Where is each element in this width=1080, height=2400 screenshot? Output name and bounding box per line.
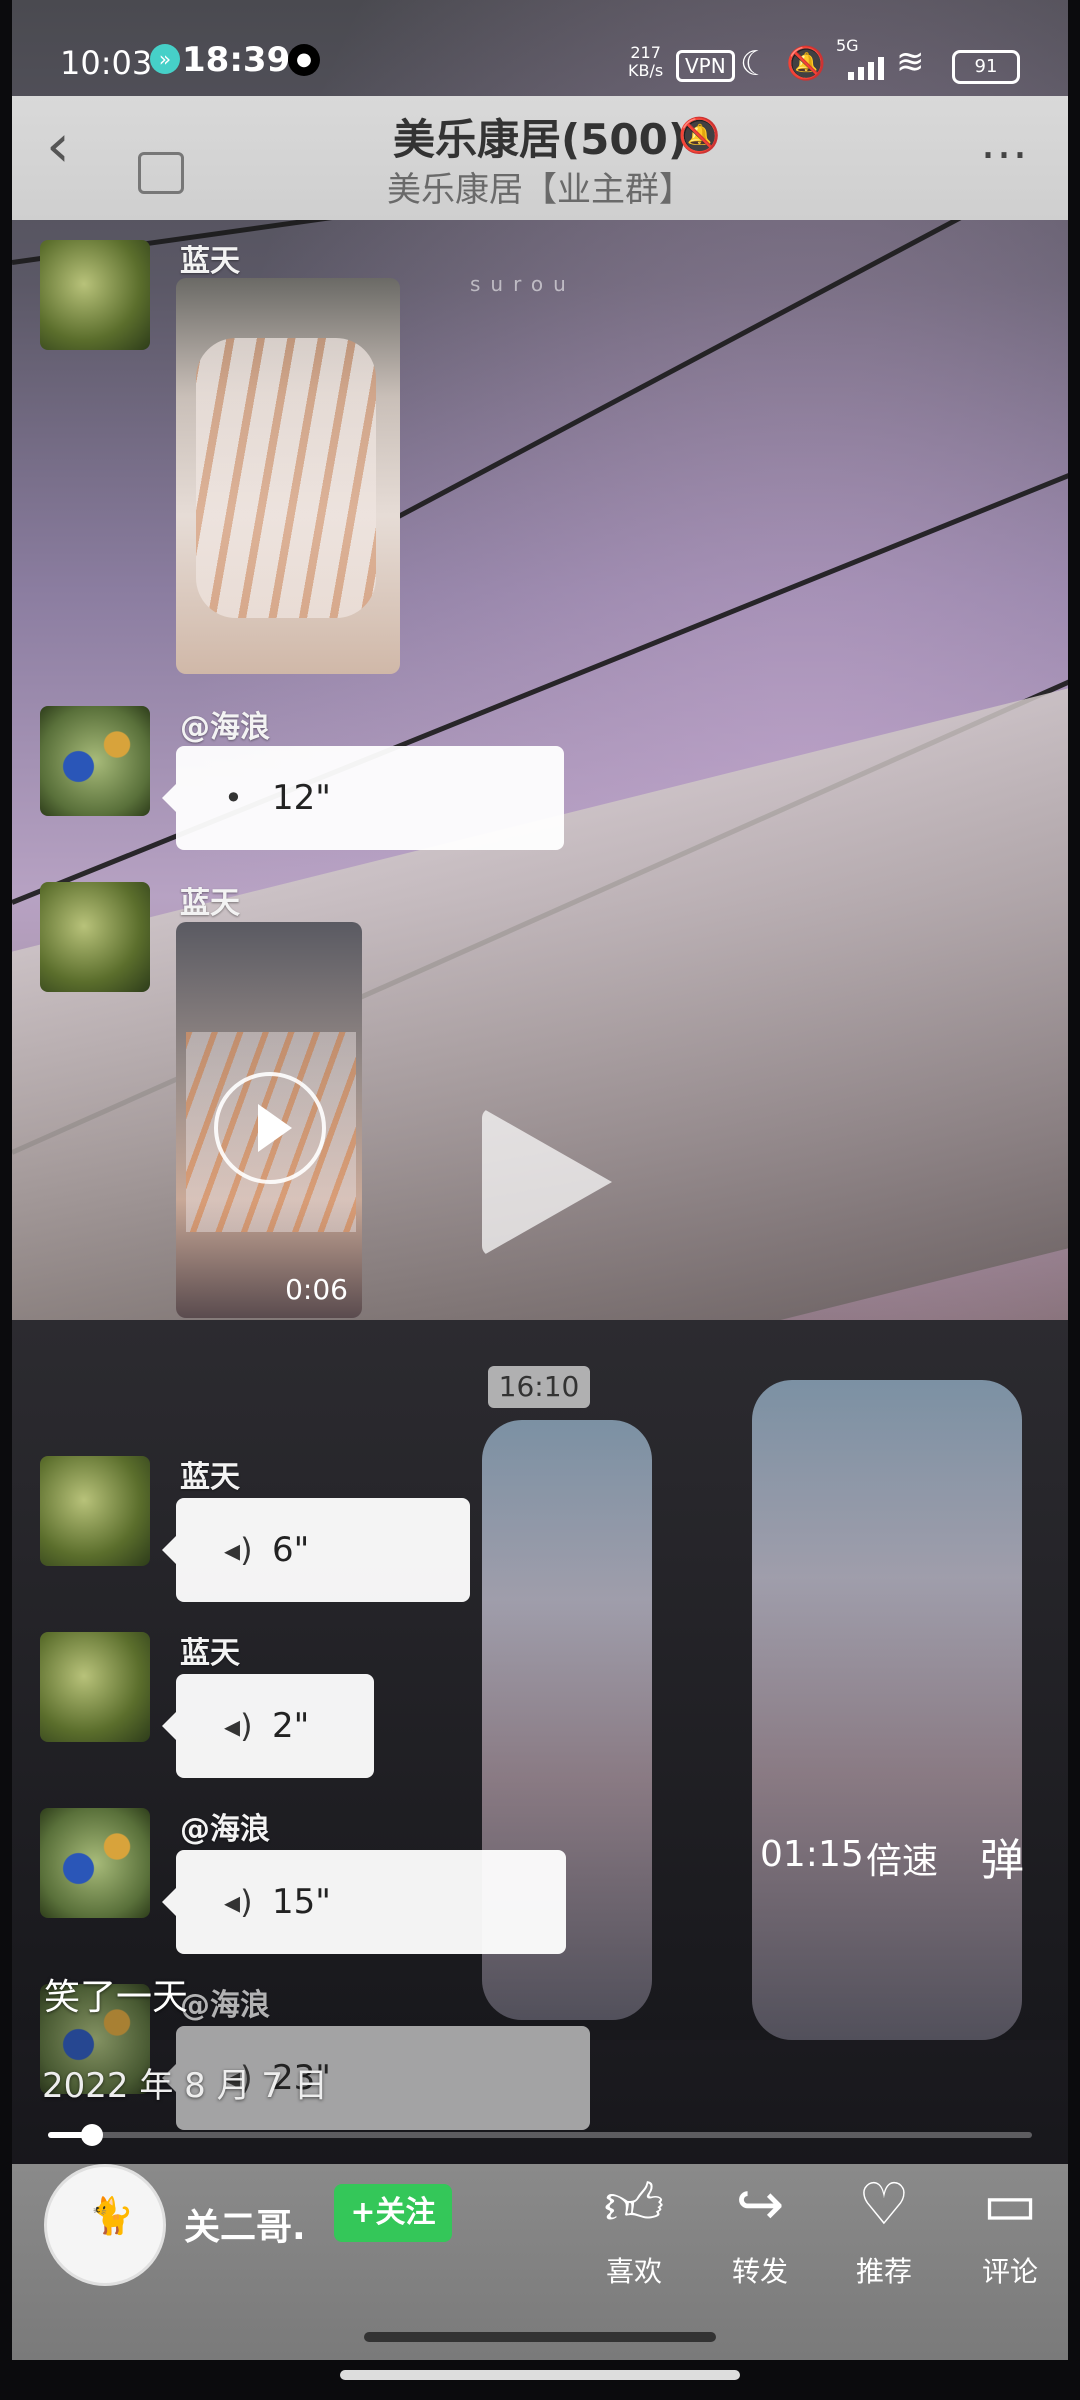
avatar[interactable] (40, 1456, 150, 1566)
voice-message[interactable]: ◂) 15" (162, 1850, 566, 1954)
chat-subtitle: 美乐康居【业主群】 (387, 170, 693, 210)
share-button[interactable]: ↪ 转发 (710, 2164, 810, 2290)
like-button[interactable]: 👍︎ 喜欢 (584, 2164, 684, 2290)
gesture-bar (364, 2332, 716, 2342)
dnd-moon-icon: ☾ (740, 44, 771, 84)
author-avatar[interactable]: 🐈 (44, 2164, 166, 2286)
app-indicator-icon: » (150, 44, 180, 74)
voice-message[interactable]: • 12" (162, 746, 564, 850)
sender-name: 蓝天 (180, 1636, 240, 1671)
navigation-bar (340, 2370, 740, 2380)
chat-time-divider: 16:10 (488, 1366, 590, 1408)
recommend-button[interactable]: ♡ 推荐 (834, 2164, 934, 2290)
avatar[interactable] (40, 1632, 150, 1742)
sender-name: @海浪 (180, 710, 270, 745)
author-name[interactable]: 关二哥. (184, 2198, 306, 2250)
avatar[interactable] (40, 706, 150, 816)
train-door (752, 1380, 1022, 2040)
big-play-icon[interactable] (482, 1108, 612, 1256)
voice-wave-icon: ◂) (224, 1883, 253, 1921)
comment-icon: ▭ (982, 2170, 1038, 2238)
progress-bar[interactable] (48, 2124, 1032, 2146)
voice-duration: 15" (272, 1882, 331, 1922)
video-play-icon[interactable] (214, 1072, 326, 1184)
avatar[interactable] (40, 1808, 150, 1918)
signal-icon (848, 54, 892, 80)
notification-dot-icon: ● (288, 44, 320, 76)
network-speed-unit: KB/s (628, 61, 664, 80)
overlay-time: 18:39 (182, 40, 291, 80)
more-icon[interactable]: ⋯ (980, 126, 1030, 182)
avatar[interactable] (40, 882, 150, 992)
heart-icon: ♡ (858, 2170, 910, 2238)
mute-bell-icon: 🔕 (786, 44, 826, 82)
network-speed: 217 KB/s (628, 44, 663, 80)
voice-wave-icon: ◂) (224, 1707, 253, 1745)
chat-video[interactable]: 0:06 (176, 922, 362, 1318)
wifi-icon: ≋ (896, 42, 925, 82)
like-label: 喜欢 (605, 2255, 662, 2288)
voice-wave-icon: ◂) (224, 1531, 253, 1569)
post-title: 笑了一天 (44, 1977, 189, 2018)
follow-button[interactable]: +关注 (334, 2184, 452, 2242)
recommend-label: 推荐 (855, 2255, 912, 2288)
voice-duration: 6" (272, 1530, 310, 1570)
thumbs-up-icon: 👍︎ (603, 2170, 665, 2238)
current-time: 01:15 (760, 1834, 864, 1875)
chat-header: ‹ 美乐康居(500) 🔕 美乐康居【业主群】 ⋯ (12, 96, 1068, 220)
status-time: 10:03 (60, 44, 153, 82)
battery-icon: 91 (952, 50, 1020, 84)
voice-message[interactable]: ◂) 6" (162, 1498, 470, 1602)
voice-duration: 2" (272, 1706, 310, 1746)
sender-name: 蓝天 (180, 886, 240, 921)
chat-image[interactable] (176, 278, 400, 674)
comment-label: 评论 (981, 2255, 1038, 2288)
sender-name: 蓝天 (180, 1460, 240, 1495)
bottom-bar: 🐈 关二哥. +关注 👍︎ 喜欢 ↪ 转发 ♡ 推荐 ▭ 评论 (12, 2164, 1068, 2360)
danmu-button[interactable]: 弹 (980, 1824, 1024, 1888)
sender-name: @海浪 (180, 1812, 270, 1847)
voice-message[interactable]: ◂) 2" (162, 1674, 374, 1778)
voice-duration: 12" (272, 778, 331, 818)
video-duration: 0:06 (285, 1273, 348, 1306)
network-type: 5G (836, 36, 859, 55)
comment-button[interactable]: ▭ 评论 (960, 2164, 1060, 2290)
voice-wave-icon: • (224, 779, 243, 817)
share-icon: ↪ (735, 2170, 785, 2238)
post-date: 2022 年 8 月 7 日 (42, 2066, 328, 2106)
sender-name: 蓝天 (180, 244, 240, 279)
share-label: 转发 (731, 2255, 788, 2288)
chat-title: 美乐康居(500) (392, 115, 688, 164)
avatar[interactable] (40, 240, 150, 350)
sender-name: @海浪 (180, 1988, 270, 2023)
vpn-badge: VPN (676, 50, 735, 82)
speed-button[interactable]: 倍速 (866, 1832, 956, 1884)
muted-bell-icon: 🔕 (678, 116, 721, 156)
video-watermark: surou (470, 272, 576, 296)
network-speed-value: 217 (630, 43, 661, 62)
cat-logo-icon: 🐈 (89, 2196, 134, 2237)
